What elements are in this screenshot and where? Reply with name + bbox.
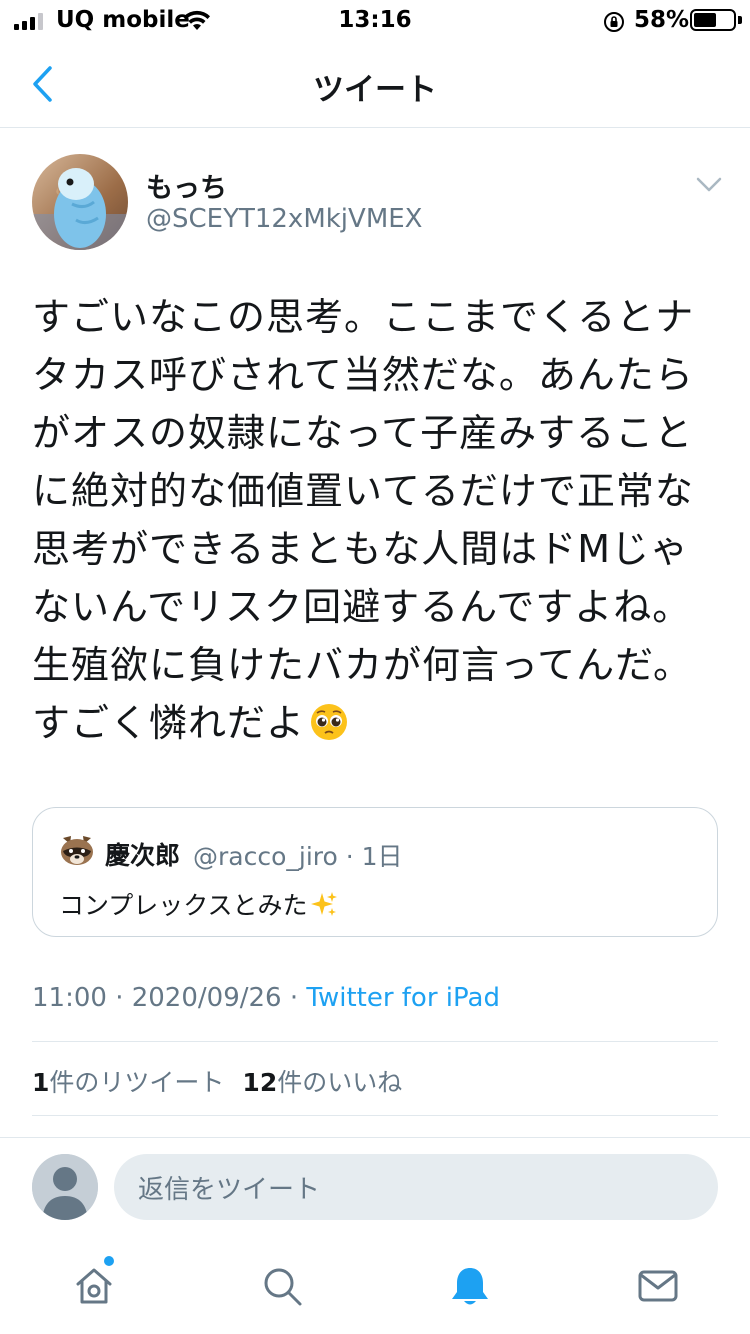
engagement-stats: 1件のリツイート 12件のいいね bbox=[32, 1063, 402, 1099]
search-icon bbox=[264, 1268, 302, 1306]
retweet-count: 1 bbox=[32, 1068, 50, 1097]
tab-home[interactable] bbox=[70, 1262, 118, 1310]
default-avatar-icon bbox=[32, 1154, 98, 1220]
tab-search[interactable] bbox=[258, 1262, 306, 1310]
home-icon bbox=[76, 1268, 112, 1304]
quoted-tweet-text: コンプレックスとみた bbox=[59, 886, 338, 924]
quoted-tweet-card[interactable]: 慶次郎 @racco_jiro · 1日 コンプレックスとみた bbox=[32, 807, 718, 937]
author-handle[interactable]: @SCEYT12xMkjVMEX bbox=[146, 204, 423, 234]
orientation-lock-icon bbox=[602, 10, 626, 38]
user-avatar[interactable] bbox=[32, 1154, 98, 1220]
reply-input[interactable]: 返信をツイート bbox=[114, 1154, 718, 1220]
tweet-timestamp: 11:00 · 2020/09/26 · Twitter for iPad bbox=[32, 983, 500, 1013]
quoted-author-display-name: 慶次郎 bbox=[105, 841, 181, 870]
battery-icon bbox=[690, 9, 736, 31]
tweet-text: すごいなこの思考。ここまでくるとナタカス呼びされて当然だな。あんたらがオスの奴隷… bbox=[32, 288, 722, 752]
notifications-icon bbox=[452, 1268, 488, 1305]
tweet-text-body: すごいなこの思考。ここまでくるとナタカス呼びされて当然だな。あんたらがオスの奴隷… bbox=[32, 295, 695, 745]
like-count: 12 bbox=[242, 1068, 278, 1097]
page-title: ツイート bbox=[313, 72, 437, 108]
divider bbox=[0, 1137, 750, 1138]
sparkles-emoji bbox=[310, 890, 338, 924]
tweet-source-link[interactable]: Twitter for iPad bbox=[306, 983, 500, 1013]
divider bbox=[32, 1041, 718, 1042]
tab-messages[interactable] bbox=[634, 1262, 682, 1310]
reply-placeholder: 返信をツイート bbox=[138, 1174, 321, 1205]
battery-percent: 58% bbox=[634, 7, 690, 33]
tab-notifications[interactable] bbox=[446, 1262, 494, 1310]
messages-icon bbox=[638, 1270, 678, 1302]
author-display-name[interactable]: もっち bbox=[146, 166, 227, 205]
chevron-down-icon bbox=[696, 177, 722, 192]
quoted-author-handle-time: @racco_jiro · 1日 bbox=[193, 842, 403, 871]
tweet-date: 11:00 · 2020/09/26 · bbox=[32, 983, 307, 1013]
like-label: 件のいいね bbox=[277, 1068, 403, 1097]
quoted-author-avatar bbox=[59, 832, 95, 868]
tab-bar bbox=[0, 1240, 750, 1334]
battery-nub bbox=[738, 16, 742, 24]
author-avatar[interactable] bbox=[32, 154, 128, 250]
nav-header: ツイート bbox=[0, 42, 750, 128]
home-new-indicator bbox=[104, 1256, 114, 1266]
divider bbox=[32, 1115, 718, 1116]
tweet-options-button[interactable] bbox=[692, 170, 726, 200]
quoted-tweet-text-body: コンプレックスとみた bbox=[59, 891, 308, 920]
pleading-face-emoji bbox=[309, 700, 349, 740]
retweets-stat[interactable]: 1件のリツイート bbox=[32, 1068, 224, 1097]
retweet-label: 件のリツイート bbox=[49, 1068, 225, 1097]
status-bar: UQ mobile 13:16 58% bbox=[0, 0, 750, 42]
likes-stat[interactable]: 12件のいいね bbox=[242, 1068, 402, 1097]
